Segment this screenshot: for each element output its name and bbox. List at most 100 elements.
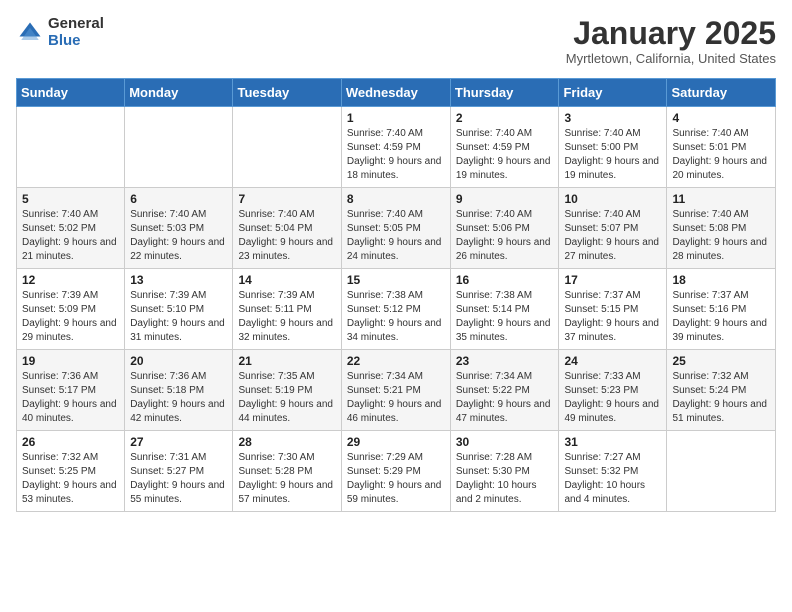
day-number: 30 [456,435,554,449]
day-number: 27 [130,435,227,449]
calendar-cell [667,431,776,512]
calendar-cell: 1 Sunrise: 7:40 AMSunset: 4:59 PMDaylight… [341,107,450,188]
day-info: Sunrise: 7:40 AMSunset: 5:01 PMDaylight:… [672,127,770,183]
calendar-week-row: 5Sunrise: 7:40 AMSunset: 5:02 PMDaylight… [17,188,776,269]
day-info: Sunrise: 7:37 AMSunset: 5:15 PMDaylight:… [564,289,661,345]
logo-general-text: General [48,16,104,33]
day-info: Sunrise: 7:32 AMSunset: 5:24 PMDaylight:… [672,370,770,426]
calendar-cell: 11 Sunrise: 7:40 AMSunset: 5:08 PMDayligh… [667,188,776,269]
calendar-cell: 4 Sunrise: 7:40 AMSunset: 5:01 PMDaylight… [667,107,776,188]
day-number: 28 [238,435,335,449]
day-info: Sunrise: 7:32 AMSunset: 5:25 PMDaylight:… [22,451,119,507]
weekday-header-friday: Friday [559,79,667,107]
day-number: 3 [564,111,661,125]
weekday-header-tuesday: Tuesday [233,79,341,107]
weekday-header-monday: Monday [125,79,233,107]
calendar-cell: 25 Sunrise: 7:32 AMSunset: 5:24 PMDayligh… [667,350,776,431]
day-info: Sunrise: 7:28 AMSunset: 5:30 PMDaylight:… [456,451,554,507]
calendar-cell: 18 Sunrise: 7:37 AMSunset: 5:16 PMDayligh… [667,269,776,350]
day-info: Sunrise: 7:40 AMSunset: 5:00 PMDaylight:… [564,127,661,183]
calendar-cell: 14Sunrise: 7:39 AMSunset: 5:11 PMDayligh… [233,269,341,350]
calendar-cell: 21 Sunrise: 7:35 AMSunset: 5:19 PMDayligh… [233,350,341,431]
day-number: 4 [672,111,770,125]
calendar-cell: 19 Sunrise: 7:36 AMSunset: 5:17 PMDayligh… [17,350,125,431]
day-number: 8 [347,192,445,206]
day-info: Sunrise: 7:38 AMSunset: 5:12 PMDaylight:… [347,289,445,345]
calendar-table: SundayMondayTuesdayWednesdayThursdayFrid… [16,78,776,512]
calendar-cell: 24 Sunrise: 7:33 AMSunset: 5:23 PMDayligh… [559,350,667,431]
day-number: 16 [456,273,554,287]
calendar-week-row: 26 Sunrise: 7:32 AMSunset: 5:25 PMDayligh… [17,431,776,512]
calendar-cell: 29Sunrise: 7:29 AMSunset: 5:29 PMDayligh… [341,431,450,512]
day-number: 17 [564,273,661,287]
day-number: 18 [672,273,770,287]
day-info: Sunrise: 7:40 AMSunset: 5:07 PMDaylight:… [564,208,661,264]
calendar-week-row: 1 Sunrise: 7:40 AMSunset: 4:59 PMDaylight… [17,107,776,188]
day-number: 22 [347,354,445,368]
calendar-week-row: 19 Sunrise: 7:36 AMSunset: 5:17 PMDayligh… [17,350,776,431]
calendar-cell: 20Sunrise: 7:36 AMSunset: 5:18 PMDayligh… [125,350,233,431]
weekday-header-thursday: Thursday [450,79,559,107]
calendar-cell: 15Sunrise: 7:38 AMSunset: 5:12 PMDayligh… [341,269,450,350]
day-number: 31 [564,435,661,449]
day-number: 2 [456,111,554,125]
day-number: 11 [672,192,770,206]
calendar-cell: 30 Sunrise: 7:28 AMSunset: 5:30 PMDayligh… [450,431,559,512]
day-info: Sunrise: 7:36 AMSunset: 5:17 PMDaylight:… [22,370,119,426]
calendar-cell: 3 Sunrise: 7:40 AMSunset: 5:00 PMDaylight… [559,107,667,188]
calendar-cell: 17 Sunrise: 7:37 AMSunset: 5:15 PMDayligh… [559,269,667,350]
day-info: Sunrise: 7:34 AMSunset: 5:22 PMDaylight:… [456,370,554,426]
day-info: Sunrise: 7:40 AMSunset: 5:04 PMDaylight:… [238,208,335,264]
day-info: Sunrise: 7:27 AMSunset: 5:32 PMDaylight:… [564,451,661,507]
calendar-cell: 27 Sunrise: 7:31 AMSunset: 5:27 PMDayligh… [125,431,233,512]
day-number: 24 [564,354,661,368]
weekday-header-wednesday: Wednesday [341,79,450,107]
weekday-header-row: SundayMondayTuesdayWednesdayThursdayFrid… [17,79,776,107]
day-info: Sunrise: 7:39 AMSunset: 5:09 PMDaylight:… [22,289,119,345]
logo-text: General Blue [48,16,104,49]
day-number: 25 [672,354,770,368]
calendar-cell: 28Sunrise: 7:30 AMSunset: 5:28 PMDayligh… [233,431,341,512]
day-info: Sunrise: 7:40 AMSunset: 5:03 PMDaylight:… [130,208,227,264]
day-number: 12 [22,273,119,287]
calendar-cell: 22 Sunrise: 7:34 AMSunset: 5:21 PMDayligh… [341,350,450,431]
day-info: Sunrise: 7:37 AMSunset: 5:16 PMDaylight:… [672,289,770,345]
day-number: 23 [456,354,554,368]
day-info: Sunrise: 7:40 AMSunset: 5:02 PMDaylight:… [22,208,119,264]
calendar-cell: 6 Sunrise: 7:40 AMSunset: 5:03 PMDaylight… [125,188,233,269]
calendar-cell: 12 Sunrise: 7:39 AMSunset: 5:09 PMDayligh… [17,269,125,350]
day-number: 19 [22,354,119,368]
calendar-cell: 16 Sunrise: 7:38 AMSunset: 5:14 PMDayligh… [450,269,559,350]
calendar-cell: 8 Sunrise: 7:40 AMSunset: 5:05 PMDaylight… [341,188,450,269]
location-text: Myrtletown, California, United States [566,51,776,66]
day-number: 6 [130,192,227,206]
day-number: 13 [130,273,227,287]
day-info: Sunrise: 7:29 AMSunset: 5:29 PMDaylight:… [347,451,445,507]
weekday-header-saturday: Saturday [667,79,776,107]
day-info: Sunrise: 7:38 AMSunset: 5:14 PMDaylight:… [456,289,554,345]
day-info: Sunrise: 7:40 AMSunset: 5:06 PMDaylight:… [456,208,554,264]
day-info: Sunrise: 7:40 AMSunset: 5:08 PMDaylight:… [672,208,770,264]
day-info: Sunrise: 7:35 AMSunset: 5:19 PMDaylight:… [238,370,335,426]
calendar-cell: 2Sunrise: 7:40 AMSunset: 4:59 PMDaylight… [450,107,559,188]
title-block: January 2025 Myrtletown, California, Uni… [566,16,776,66]
calendar-week-row: 12 Sunrise: 7:39 AMSunset: 5:09 PMDayligh… [17,269,776,350]
weekday-header-sunday: Sunday [17,79,125,107]
calendar-cell: 9 Sunrise: 7:40 AMSunset: 5:06 PMDaylight… [450,188,559,269]
day-info: Sunrise: 7:33 AMSunset: 5:23 PMDaylight:… [564,370,661,426]
day-info: Sunrise: 7:39 AMSunset: 5:10 PMDaylight:… [130,289,227,345]
day-number: 26 [22,435,119,449]
calendar-cell: 10Sunrise: 7:40 AMSunset: 5:07 PMDayligh… [559,188,667,269]
day-info: Sunrise: 7:40 AMSunset: 4:59 PMDaylight:… [347,127,445,183]
day-info: Sunrise: 7:40 AMSunset: 5:05 PMDaylight:… [347,208,445,264]
calendar-cell [233,107,341,188]
day-number: 1 [347,111,445,125]
calendar-cell: 5Sunrise: 7:40 AMSunset: 5:02 PMDaylight… [17,188,125,269]
day-info: Sunrise: 7:36 AMSunset: 5:18 PMDaylight:… [130,370,227,426]
day-number: 21 [238,354,335,368]
calendar-cell: 23 Sunrise: 7:34 AMSunset: 5:22 PMDayligh… [450,350,559,431]
day-info: Sunrise: 7:34 AMSunset: 5:21 PMDaylight:… [347,370,445,426]
day-info: Sunrise: 7:31 AMSunset: 5:27 PMDaylight:… [130,451,227,507]
day-number: 9 [456,192,554,206]
page-header: General Blue January 2025 Myrtletown, Ca… [16,16,776,66]
